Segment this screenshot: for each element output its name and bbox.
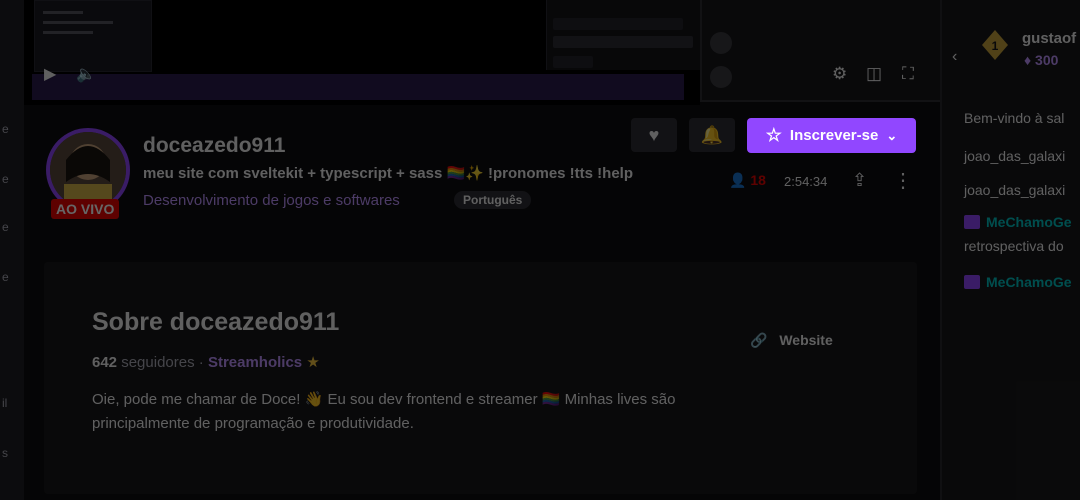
star-icon: ★ <box>306 354 320 371</box>
follow-button[interactable]: ♥ <box>631 118 677 152</box>
chat-message: joao_das_galaxi <box>964 148 1066 164</box>
website-link[interactable]: 🔗 Website <box>750 332 833 349</box>
stream-overlay-banner <box>32 74 684 100</box>
gear-icon[interactable]: ⚙ <box>832 64 847 84</box>
collapse-chat-icon[interactable]: ‹ <box>952 48 957 66</box>
sidebar-fragment: e <box>2 172 9 186</box>
play-icon[interactable]: ▶ <box>44 64 56 84</box>
channel-name[interactable]: doceazedo911 <box>143 134 285 158</box>
separator: · <box>198 354 204 371</box>
bell-icon: 🔔 <box>700 124 724 145</box>
streamer-photo <box>50 132 126 208</box>
leaderboard-points: ♦ 300 <box>1024 52 1058 68</box>
share-icon[interactable]: ⇪ <box>852 170 867 191</box>
website-label: Website <box>779 332 833 348</box>
sidebar-fragment: s <box>2 446 8 460</box>
chat-message: MeChamoGe <box>964 274 1072 290</box>
svg-text:1: 1 <box>992 39 999 53</box>
player-overlay-panel: ⚙ ◫ ⛶ <box>700 0 942 102</box>
link-icon: 🔗 <box>750 332 768 348</box>
chat-username[interactable]: MeChamoGe <box>986 274 1072 290</box>
category-link[interactable]: Desenvolvimento de jogos e softwares <box>143 192 400 209</box>
chat-message: Bem-vindo à sal <box>964 110 1065 126</box>
avatar <box>710 66 732 88</box>
channel-points-icon: ♦ <box>1024 52 1032 68</box>
fullscreen-icon[interactable]: ⛶ <box>902 64 914 84</box>
chevron-down-icon: ⌄ <box>886 127 898 143</box>
leaderboard-badge-icon: 1 <box>982 30 1008 60</box>
badge-icon <box>964 215 980 229</box>
sidebar-fragment: e <box>2 270 9 284</box>
more-options-icon[interactable]: ⋮ <box>893 168 913 193</box>
follower-info: 642 seguidores · Streamholics ★ <box>92 353 320 371</box>
stream-screen-chat <box>546 0 700 70</box>
user-icon: 👤 <box>729 172 747 188</box>
stream-screen-left <box>34 0 152 72</box>
sidebar-fragment: e <box>2 122 9 136</box>
leaderboard-points-value: 300 <box>1035 52 1059 68</box>
leaderboard-user[interactable]: gustaof <box>1022 30 1076 47</box>
left-sidebar: e e e e il s <box>0 0 24 500</box>
video-player[interactable]: ▶ 🔈 <box>24 0 700 105</box>
theatre-mode-icon[interactable]: ◫ <box>866 64 882 84</box>
stream-title: meu site com sveltekit + typescript + sa… <box>143 165 634 182</box>
subscribe-label: Inscrever-se <box>789 127 879 144</box>
follower-label: seguidores <box>121 354 195 371</box>
live-badge: AO VIVO <box>51 199 120 219</box>
chat-username[interactable]: MeChamoGe <box>986 214 1072 230</box>
viewer-count: 👤 18 <box>729 172 766 189</box>
volume-icon[interactable]: 🔈 <box>76 64 96 84</box>
avatar <box>710 32 732 54</box>
star-icon: ☆ <box>765 125 782 145</box>
follower-count: 642 <box>92 354 118 371</box>
about-title: Sobre doceazedo911 <box>92 308 340 336</box>
notifications-button[interactable]: 🔔 <box>689 118 735 152</box>
team-link[interactable]: Streamholics <box>208 354 302 371</box>
chat-message: joao_das_galaxi <box>964 182 1066 198</box>
viewer-count-value: 18 <box>750 172 766 188</box>
stream-uptime: 2:54:34 <box>784 174 828 189</box>
avatar[interactable] <box>50 132 126 208</box>
chat-message-text: retrospectiva do <box>964 238 1064 254</box>
about-panel <box>44 262 917 494</box>
chat-message: MeChamoGe <box>964 214 1072 230</box>
heart-icon: ♥ <box>648 124 660 145</box>
subscribe-button[interactable]: ☆ Inscrever-se ⌄ <box>747 118 916 153</box>
language-tag[interactable]: Português <box>454 191 532 209</box>
channel-bio: Oie, pode me chamar de Doce! 👋 Eu sou de… <box>92 391 676 432</box>
badge-icon <box>964 275 980 289</box>
sidebar-fragment: e <box>2 220 9 234</box>
sidebar-fragment: il <box>2 396 8 410</box>
